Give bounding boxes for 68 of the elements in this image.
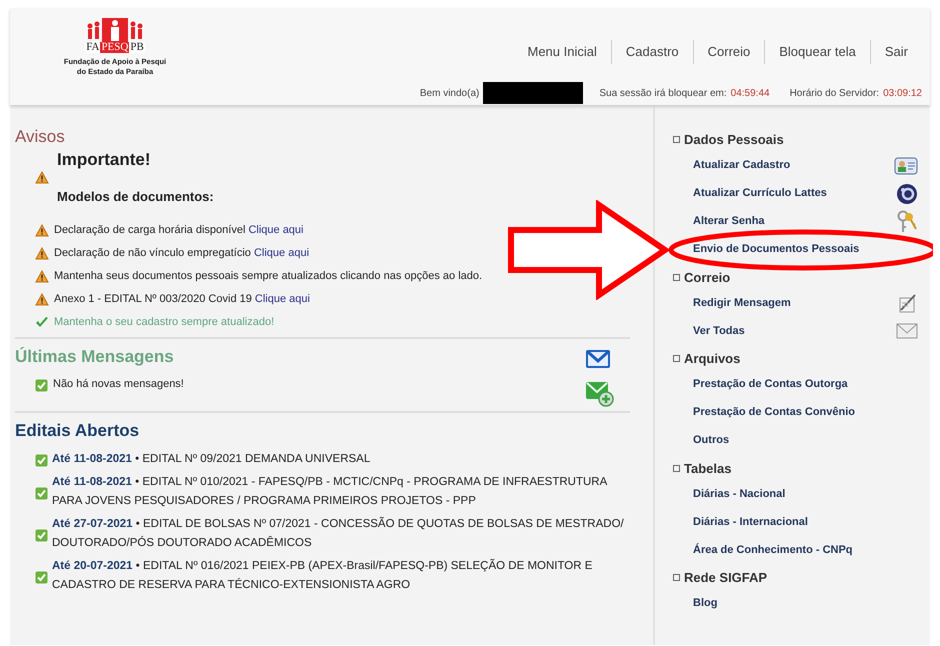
sidebar-link[interactable]: Diárias - Nacional	[693, 486, 786, 502]
square-icon	[673, 355, 680, 362]
sidebar-link[interactable]: Outros	[693, 432, 730, 449]
check-icon	[35, 316, 49, 328]
warning-icon	[35, 247, 49, 260]
notice-text: Anexo 1 - EDITAL Nº 003/2020 Covid 19 Clique aqui	[54, 292, 310, 308]
sidebar-link[interactable]: Atualizar Currículo Lattes	[693, 185, 827, 202]
square-icon	[673, 274, 680, 281]
sidebar-link[interactable]: Área de Conhecimento - CNPq	[693, 542, 853, 558]
link[interactable]: Clique aqui	[254, 293, 310, 306]
check-icon	[35, 378, 48, 392]
link[interactable]: Clique aqui	[254, 247, 310, 260]
server-time: 03:09:12	[883, 86, 922, 100]
sidebar-heading: Correio	[684, 268, 730, 286]
warning-icon	[35, 270, 49, 284]
sidebar-heading: Tabelas	[684, 460, 732, 478]
sidebar-heading: Dados Pessoais	[684, 131, 784, 149]
section-title: Avisos	[15, 127, 66, 148]
message-text: Não há novas mensagens!	[53, 376, 184, 392]
warning-icon	[35, 224, 49, 238]
section-title: Últimas Mensagens	[15, 347, 175, 368]
check-icon	[35, 454, 48, 468]
sidebar-link[interactable]: Envio de Documentos Pessoais	[693, 241, 860, 258]
session-label: Sua sessão irá bloquear em:	[599, 86, 727, 100]
sidebar-link[interactable]: Prestação de Contas Convênio	[693, 404, 855, 421]
square-icon	[673, 464, 680, 472]
notice-text: Declaração de carga horária disponível Clique aqui	[54, 223, 304, 238]
sidebar-link[interactable]: Alterar Senha	[693, 213, 765, 230]
nav-link[interactable]: Menu Inicial	[514, 40, 611, 64]
heading-text: Importante!	[57, 149, 152, 172]
session-timer: 04:59:44	[730, 86, 770, 100]
sidebar-link[interactable]: Atualizar Cadastro	[693, 157, 790, 174]
sidebar-link[interactable]: Ver Todas	[693, 322, 745, 340]
id-card-icon[interactable]	[894, 156, 918, 176]
warning-icon	[35, 293, 49, 306]
sidebar-link[interactable]: Diárias - Internacional	[693, 514, 808, 530]
call-item[interactable]: Até 11-08-2021 • EDITAL Nº 09/2021 DEMANDA UNIVERSAL	[52, 450, 370, 469]
check-icon	[35, 528, 48, 542]
new-message-icon[interactable]	[584, 379, 614, 408]
nav-link[interactable]: Cadastro	[610, 40, 693, 64]
check-icon	[35, 486, 48, 500]
sidebar-link[interactable]: Redigir Mensagem	[693, 294, 791, 312]
notice-text: Declaração de não vínculo empregatício Clique aqui	[54, 246, 310, 262]
sidebar-heading: Arquivos	[684, 350, 740, 368]
square-icon	[673, 136, 680, 144]
link[interactable]: Clique aqui	[248, 224, 304, 236]
check-icon	[35, 570, 48, 584]
keys-icon[interactable]	[896, 210, 918, 234]
notice-text: Mantenha o seu cadastro sempre atualizado!	[54, 315, 274, 330]
square-icon	[673, 574, 680, 582]
envelope-icon[interactable]	[896, 322, 918, 340]
nav-link[interactable]: Sair	[870, 40, 922, 64]
server-time-label: Horário do Servidor:	[790, 86, 880, 100]
subheading-text: Modelos de documentos:	[57, 188, 214, 206]
nav-link[interactable]: Bloquear tela	[764, 40, 870, 64]
welcome-text: Bem vindo(a)	[420, 86, 480, 100]
sidebar-link[interactable]: Prestação de Contas Outorga	[693, 376, 848, 393]
call-item[interactable]: Até 27-07-2021 • EDITAL DE BOLSAS Nº 07/2021 - CONCESSÃO DE QUOTAS DE BOLSAS DE MESTRADO/ DOUTORADO/PÓS DOUTORADO ACADÊMICOS	[52, 514, 630, 553]
disc-icon[interactable]	[896, 182, 918, 204]
notice-text: Mantenha seus documentos pessoais sempre atualizados clicando nas opções ao lado.	[54, 269, 482, 284]
logo: FA PESQ PB	[84, 18, 146, 53]
section-title: Editais Abertos	[15, 421, 140, 442]
nav-link[interactable]: Correio	[692, 40, 764, 64]
call-item[interactable]: Até 11-08-2021 • EDITAL Nº 010/2021 - FAPESQ/PB - MCTIC/CNPq - PROGRAMA DE INFRAESTRUTURA PARA JOVENS PESQUISADORES / PROGRAMA PRIMEIROS PROJETOS - PPP	[52, 472, 630, 511]
call-item[interactable]: Até 20-07-2021 • EDITAL Nº 016/2021 PEIEX-PB (APEX-Brasil/FAPESQ-PB) SELEÇÃO DE MONITOR E CADASTRO DE RESERVA PARA TÉCNICO-EXTENSIONISTA AGRO	[52, 556, 630, 595]
sidebar-heading: Rede SIGFAP	[684, 569, 768, 587]
sidebar-link[interactable]: Blog	[693, 595, 718, 612]
warning-icon	[35, 171, 49, 184]
